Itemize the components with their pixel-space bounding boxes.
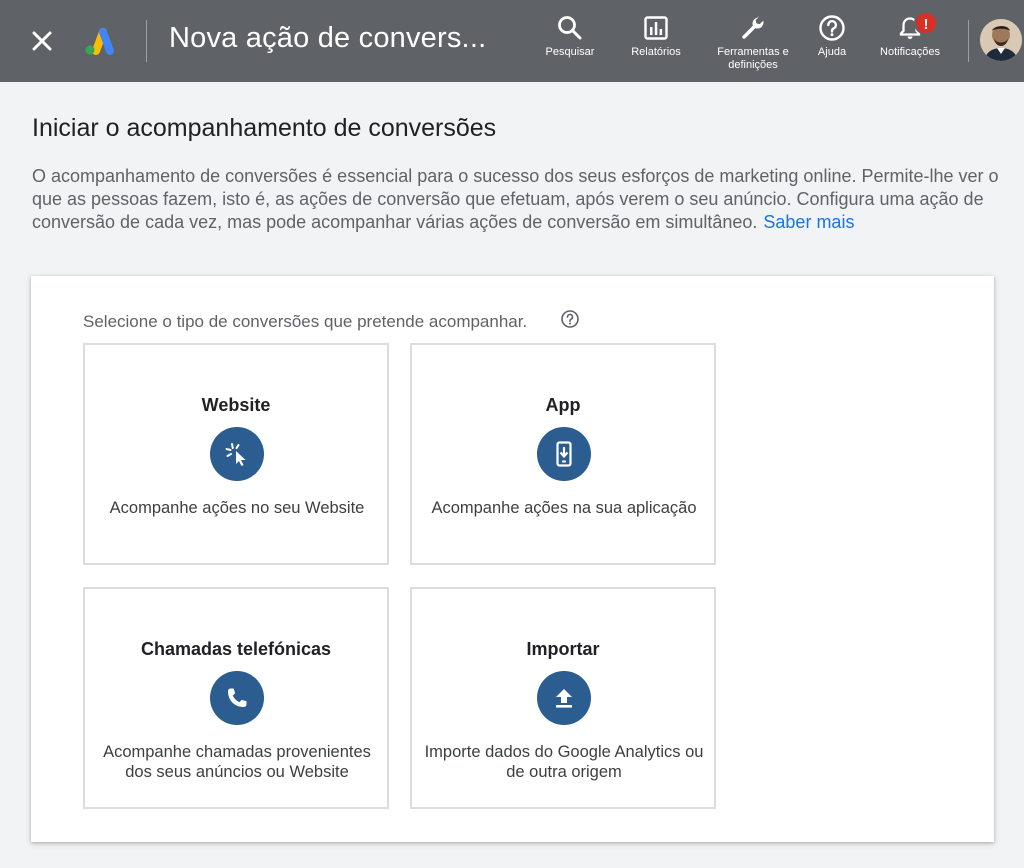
card-import[interactable]: Importar Importe dados do Google Analyti…: [410, 587, 716, 809]
google-ads-logo: [84, 26, 118, 56]
conversion-type-prompt: Selecione o tipo de conversões que prete…: [83, 312, 528, 331]
help-icon[interactable]: [560, 309, 580, 329]
tools-settings-button[interactable]: Ferramentas e definições: [712, 14, 794, 72]
top-bar: Nova ação de convers... Pesquisar Relató…: [0, 0, 1024, 82]
header-divider: [146, 20, 147, 62]
reports-icon: [642, 14, 670, 42]
search-button[interactable]: Pesquisar: [540, 14, 600, 59]
notifications-button[interactable]: ! Notificações: [872, 11, 948, 59]
notifications-label: Notificações: [880, 46, 940, 58]
page-title: Iniciar o acompanhamento de conversões: [32, 114, 497, 142]
upload-icon: [537, 671, 591, 725]
cursor-click-icon: [210, 427, 264, 481]
notification-badge: !: [914, 11, 938, 35]
search-icon: [556, 14, 584, 42]
learn-more-link[interactable]: Saber mais: [763, 212, 854, 232]
card-description: Importe dados do Google Analytics ou de …: [424, 743, 704, 781]
reports-button[interactable]: Relatórios: [626, 14, 686, 59]
card-title: Importar: [526, 639, 600, 659]
help-icon: [818, 14, 846, 42]
reports-label: Relatórios: [631, 46, 681, 58]
header-divider-right: [968, 20, 969, 62]
avatar[interactable]: [980, 19, 1022, 61]
card-description: Acompanhe ações na sua aplicação: [431, 499, 697, 517]
intro-text: O acompanhamento de conversões é essenci…: [32, 165, 1007, 234]
close-icon[interactable]: [28, 27, 56, 55]
card-title: Chamadas telefónicas: [140, 639, 332, 659]
card-phone-calls[interactable]: Chamadas telefónicas Acompanhe chamadas …: [83, 587, 389, 809]
card-description: Acompanhe chamadas provenientes dos seus…: [103, 743, 371, 781]
card-website[interactable]: Website Acompanhe ações no seu Website: [83, 343, 389, 565]
page-header-title: Nova ação de convers...: [169, 22, 487, 54]
card-description: Acompanhe ações no seu Website: [109, 499, 365, 517]
card-title: Website: [201, 395, 271, 415]
help-label: Ajuda: [817, 46, 847, 58]
search-label: Pesquisar: [545, 46, 595, 58]
wrench-icon: [739, 14, 767, 42]
phone-download-icon: [537, 427, 591, 481]
card-title: App: [545, 395, 581, 415]
tools-settings-label-line1: Ferramentas e: [717, 46, 789, 58]
conversion-type-panel: Selecione o tipo de conversões que prete…: [31, 276, 994, 842]
phone-call-icon: [210, 671, 264, 725]
help-button[interactable]: Ajuda: [806, 14, 858, 59]
tools-settings-label-line2: definições: [728, 59, 778, 71]
card-app[interactable]: App Acompanhe ações na sua aplicação: [410, 343, 716, 565]
